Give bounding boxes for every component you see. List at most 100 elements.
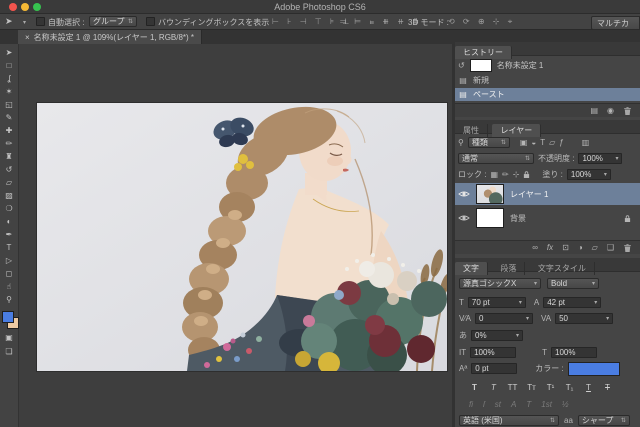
tab-character[interactable]: 文字 bbox=[455, 262, 488, 275]
delete-state-trash-icon[interactable] bbox=[623, 106, 632, 116]
move-tool[interactable]: ➤ bbox=[0, 47, 18, 59]
marquee-tool[interactable]: □ bbox=[0, 60, 18, 72]
font-size-field[interactable]: 70 pt ▾ bbox=[468, 297, 526, 308]
layer-style-fx-icon[interactable]: fx bbox=[547, 243, 553, 252]
path-selection-tool[interactable]: ▷ bbox=[0, 255, 18, 267]
superscript-button[interactable]: T¹ bbox=[543, 382, 558, 394]
dodge-tool[interactable]: ◐ bbox=[0, 216, 18, 228]
history-brush-source-icon[interactable]: ↺ bbox=[458, 61, 465, 70]
hand-tool[interactable]: ☝ bbox=[0, 281, 18, 293]
faux-italic-button[interactable]: T bbox=[486, 382, 501, 394]
eyedropper-tool[interactable]: ✎ bbox=[0, 112, 18, 124]
ordinals-button[interactable]: 1st bbox=[541, 400, 552, 409]
tool-preset-dropdown-icon[interactable]: ▾ bbox=[23, 19, 26, 26]
baseline-shift-field[interactable]: 0 pt bbox=[471, 363, 517, 374]
underline-button[interactable]: T bbox=[581, 382, 596, 394]
screen-mode-button[interactable]: ❏ bbox=[0, 346, 18, 358]
small-caps-button[interactable]: Tт bbox=[524, 382, 539, 394]
new-layer-icon[interactable]: ❑ bbox=[607, 243, 614, 252]
strikethrough-button[interactable]: T bbox=[600, 382, 615, 394]
filter-smart-object-icon[interactable]: ƒ bbox=[559, 138, 563, 147]
opacity-field[interactable]: 100% ▾ bbox=[578, 153, 622, 164]
history-state-row[interactable]: ▤ ペースト bbox=[455, 88, 640, 101]
filter-adjustment-layers-icon[interactable]: ◒ bbox=[531, 138, 536, 147]
ligatures-button[interactable]: fi bbox=[469, 400, 473, 409]
history-state-row[interactable]: ▤ 新規 bbox=[455, 74, 640, 87]
move-tool-preset-icon[interactable]: ➤ bbox=[5, 16, 13, 27]
vertical-scale-field[interactable]: 100% bbox=[470, 347, 516, 358]
tracking-field[interactable]: 50 ▾ bbox=[555, 313, 613, 324]
tab-character-styles[interactable]: 文字スタイル bbox=[530, 262, 595, 275]
foreground-color-swatch[interactable] bbox=[2, 311, 14, 323]
new-adjustment-layer-icon[interactable]: ◑ bbox=[578, 243, 583, 252]
stylistic-alternates-button[interactable]: st bbox=[495, 400, 501, 409]
oldstyle-button[interactable]: T bbox=[526, 400, 531, 409]
layer-thumbnail[interactable] bbox=[476, 184, 504, 204]
titling-alternates-button[interactable]: A bbox=[511, 400, 516, 409]
swash-button[interactable]: ſ bbox=[483, 400, 485, 409]
subscript-button[interactable]: T₁ bbox=[562, 382, 577, 394]
blend-mode-select[interactable]: 通常 ⇅ bbox=[458, 153, 534, 164]
history-snapshot-row[interactable]: ↺ 名称未設定 1 bbox=[455, 58, 640, 72]
quick-selection-tool[interactable]: ✶ bbox=[0, 86, 18, 98]
photo-document[interactable] bbox=[37, 103, 447, 371]
gradient-tool[interactable]: ▨ bbox=[0, 190, 18, 202]
filter-shape-layers-icon[interactable]: ▱ bbox=[549, 138, 555, 147]
healing-brush-tool[interactable]: ✚ bbox=[0, 125, 18, 137]
layer-row-background[interactable]: 背景 bbox=[455, 207, 640, 229]
all-caps-button[interactable]: TT bbox=[505, 382, 520, 394]
layer-visibility-eye-icon[interactable] bbox=[458, 190, 470, 198]
tab-paragraph[interactable]: 段落 bbox=[492, 262, 525, 275]
link-layers-icon[interactable]: ∞ bbox=[532, 243, 538, 252]
canvas-area[interactable] bbox=[19, 44, 452, 427]
shape-tool[interactable]: ◻ bbox=[0, 268, 18, 280]
delete-layer-trash-icon[interactable] bbox=[623, 243, 632, 253]
horizontal-scale-field[interactable]: 100% bbox=[551, 347, 597, 358]
layer-row-layer1[interactable]: レイヤー 1 bbox=[455, 183, 640, 205]
clone-stamp-tool[interactable]: ♜ bbox=[0, 151, 18, 163]
quick-mask-button[interactable]: ▣ bbox=[0, 332, 18, 344]
pen-tool[interactable]: ✒ bbox=[0, 229, 18, 241]
lock-transparent-pixels-icon[interactable]: ▦ bbox=[490, 170, 498, 179]
brush-tool[interactable]: ✏ bbox=[0, 138, 18, 150]
eraser-tool[interactable]: ▱ bbox=[0, 177, 18, 189]
blur-tool[interactable]: ❍ bbox=[0, 203, 18, 215]
layer-thumbnail[interactable] bbox=[476, 208, 504, 228]
crop-tool[interactable]: ◱ bbox=[0, 99, 18, 111]
new-document-from-state-icon[interactable]: ▤ bbox=[590, 106, 598, 115]
new-snapshot-icon[interactable]: ◉ bbox=[607, 106, 614, 115]
lock-image-pixels-icon[interactable]: ✏ bbox=[502, 170, 509, 179]
kerning-field[interactable]: 0 ▾ bbox=[475, 313, 533, 324]
tsume-field[interactable]: 0% ▾ bbox=[471, 330, 523, 341]
fill-field[interactable]: 100% ▾ bbox=[567, 169, 611, 180]
mode-3d-icons[interactable]: ⟲ ⟳ ⊕ ⊹ ⌖ bbox=[448, 17, 515, 27]
filter-toggle-icon[interactable]: ▥ bbox=[582, 138, 590, 147]
close-document-icon[interactable]: × bbox=[25, 33, 30, 42]
layer-name[interactable]: レイヤー 1 bbox=[510, 189, 548, 200]
layer-visibility-eye-icon[interactable] bbox=[458, 214, 470, 222]
history-brush-tool[interactable]: ↺ bbox=[0, 164, 18, 176]
antialias-select[interactable]: シャープ ⇅ bbox=[578, 415, 630, 426]
new-group-folder-icon[interactable]: ▱ bbox=[592, 243, 598, 252]
document-tab[interactable]: × 名称未設定 1 @ 109%(レイヤー 1, RGB/8*) * bbox=[18, 30, 202, 44]
font-style-select[interactable]: Bold ▾ bbox=[547, 278, 599, 289]
zoom-tool[interactable]: ⚲ bbox=[0, 294, 18, 306]
text-color-swatch[interactable] bbox=[568, 362, 620, 376]
add-layer-mask-icon[interactable]: ⊡ bbox=[562, 243, 569, 252]
lock-all-icon[interactable] bbox=[523, 170, 530, 179]
bounding-box-checkbox[interactable] bbox=[146, 17, 155, 26]
lasso-tool[interactable]: ʆ bbox=[0, 73, 18, 85]
type-tool[interactable]: T bbox=[0, 242, 18, 254]
auto-select-checkbox[interactable] bbox=[36, 17, 45, 26]
layer-filter-select[interactable]: 種類 ⇅ bbox=[468, 137, 510, 148]
filter-pixel-layers-icon[interactable]: ▣ bbox=[520, 138, 528, 147]
font-family-select[interactable]: 源真ゴシックX ▾ bbox=[459, 278, 541, 289]
filter-type-layers-icon[interactable]: T bbox=[540, 138, 545, 147]
layer-name[interactable]: 背景 bbox=[510, 213, 526, 224]
workspace-button[interactable]: マルチカ bbox=[591, 16, 640, 30]
lock-position-icon[interactable]: ⊹ bbox=[513, 170, 520, 179]
auto-select-target-select[interactable]: グループ ⇅ bbox=[89, 16, 137, 27]
leading-field[interactable]: 42 pt ▾ bbox=[543, 297, 601, 308]
faux-bold-button[interactable]: T bbox=[467, 382, 482, 394]
language-select[interactable]: 英語 (米国) ⇅ bbox=[459, 415, 559, 426]
